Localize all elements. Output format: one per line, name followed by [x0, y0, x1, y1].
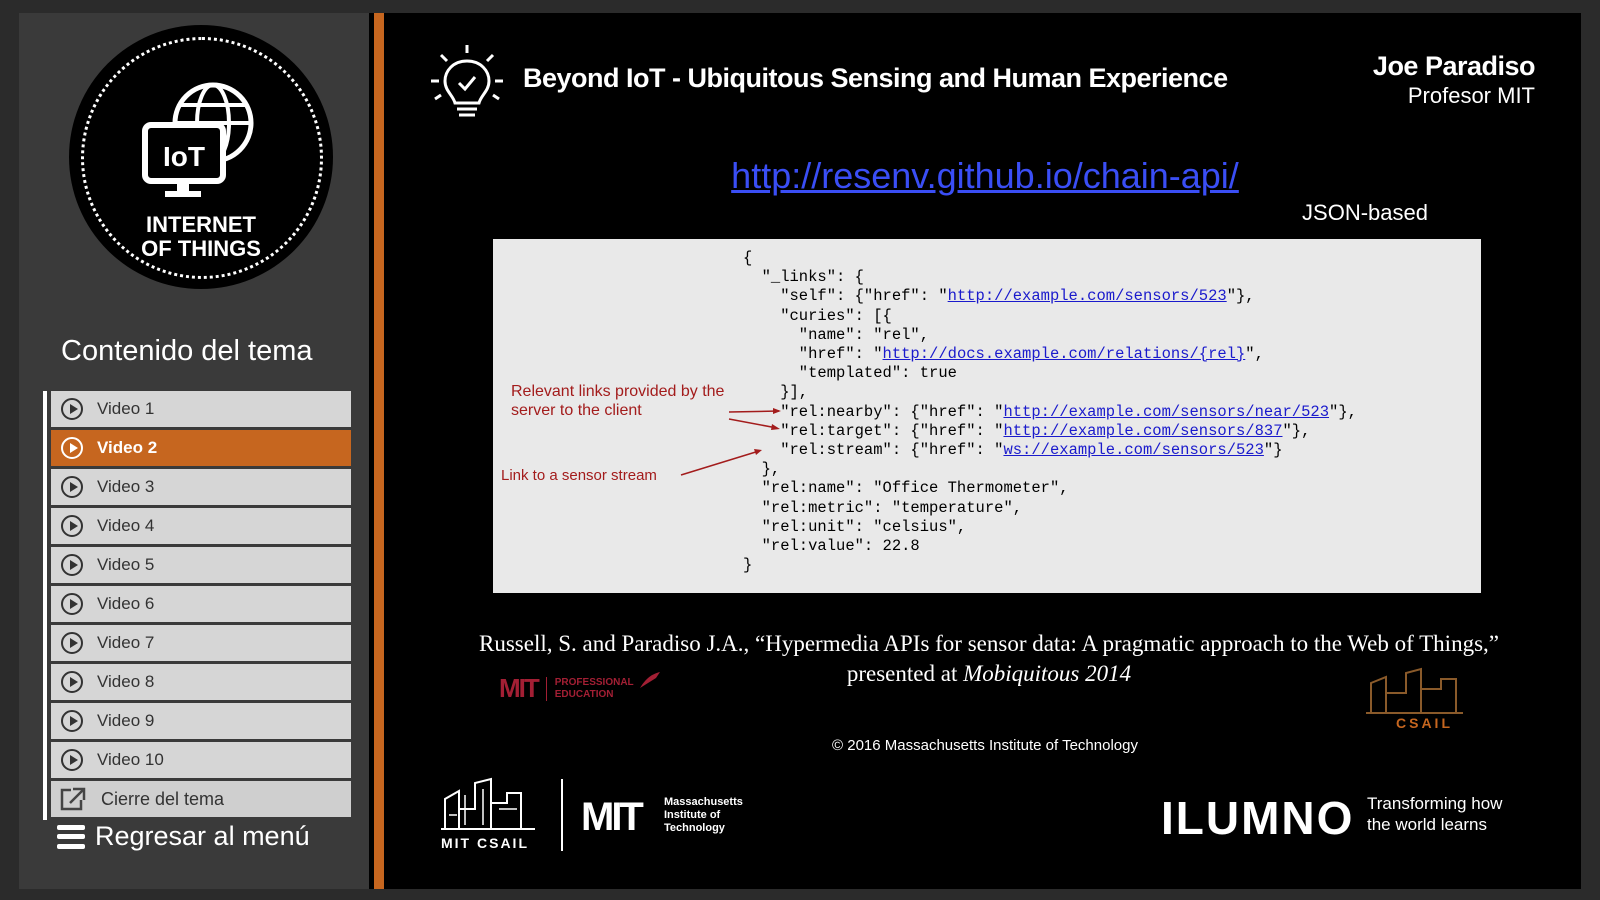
video-item-1[interactable]: Video 1 [51, 391, 351, 427]
svg-text:IoT: IoT [163, 141, 205, 172]
code-lines: { "_links": { "self": {"href": "http://e… [743, 249, 1357, 575]
csail-small-label: CSAIL [1396, 715, 1453, 731]
video-label: Video 9 [97, 711, 155, 730]
video-list: Video 1 Video 2 Video 3 Video 4 Video 5 … [43, 391, 351, 820]
video-label: Video 7 [97, 633, 155, 652]
video-item-7[interactable]: Video 7 [51, 625, 351, 661]
sidebar-accent-bar [374, 13, 384, 889]
external-link-icon [60, 787, 86, 811]
ilumno-tagline: Transforming how the world learns [1367, 794, 1503, 834]
logo-divider [561, 779, 563, 851]
play-icon [61, 398, 83, 420]
play-icon [61, 554, 83, 576]
video-label: Video 2 [97, 438, 158, 457]
code-link-self[interactable]: http://example.com/sensors/523 [948, 287, 1227, 305]
video-label: Video 8 [97, 672, 155, 691]
video-item-10[interactable]: Video 10 [51, 742, 351, 778]
play-icon [61, 749, 83, 771]
hamburger-icon [57, 824, 85, 849]
closing-label: Cierre del tema [101, 788, 225, 809]
video-label: Video 4 [97, 516, 155, 535]
app-frame: IoT INTERNET OF THINGS Contenido del tem… [19, 13, 1581, 889]
mit-csail-label: MIT CSAIL [441, 835, 529, 851]
play-icon [61, 632, 83, 654]
code-link-relations[interactable]: http://docs.example.com/relations/{rel} [883, 345, 1246, 363]
video-label: Video 1 [97, 399, 155, 418]
code-link-nearby[interactable]: http://example.com/sensors/near/523 [1003, 403, 1329, 421]
pe-swoosh-icon [639, 671, 660, 688]
play-icon [61, 593, 83, 615]
video-item-3[interactable]: Video 3 [51, 469, 351, 505]
video-item-9[interactable]: Video 9 [51, 703, 351, 739]
presenter-name: Joe Paradiso [1372, 51, 1536, 81]
mit-csail-skyline-icon [441, 777, 535, 830]
video-label: Video 6 [97, 594, 155, 613]
play-icon [61, 710, 83, 732]
copyright: © 2016 Massachusetts Institute of Techno… [832, 737, 1138, 754]
code-link-stream[interactable]: ws://example.com/sensors/523 [1003, 441, 1263, 459]
mit-professional-education-logo: MIT PROFESSIONAL EDUCATION [499, 671, 662, 704]
video-label: Video 5 [97, 555, 155, 574]
sidebar: IoT INTERNET OF THINGS Contenido del tem… [19, 13, 369, 889]
play-icon [61, 515, 83, 537]
mit-logo: MIT [581, 795, 644, 839]
closing-item[interactable]: Cierre del tema [51, 781, 351, 817]
play-icon [61, 476, 83, 498]
back-to-menu-button[interactable]: Regresar al menú [57, 821, 310, 852]
lightbulb-icon [431, 45, 503, 117]
ilumno-logo: ILUMNO [1161, 792, 1355, 844]
back-menu-label: Regresar al menú [95, 821, 310, 851]
logo-line-internet: INTERNET [146, 212, 256, 237]
globe-monitor-icon: IoT [142, 82, 254, 197]
video-label: Video 10 [97, 750, 164, 769]
video-item-4[interactable]: Video 4 [51, 508, 351, 544]
chain-api-link[interactable]: http://resenv.github.io/chain-api/ [389, 155, 1581, 197]
annotation-sensor-stream: Link to a sensor stream [501, 467, 657, 484]
video-item-2[interactable]: Video 2 [51, 430, 351, 466]
json-code-sample: Relevant links provided by the server to… [493, 239, 1481, 593]
mit-logo-text: Massachusetts Institute of Technology [664, 796, 743, 834]
code-link-target[interactable]: http://example.com/sensors/837 [1003, 422, 1282, 440]
play-icon [61, 437, 83, 459]
slide-title: Beyond IoT - Ubiquitous Sensing and Huma… [523, 63, 1228, 93]
video-label: Video 3 [97, 477, 155, 496]
play-icon [61, 671, 83, 693]
video-item-6[interactable]: Video 6 [51, 586, 351, 622]
iot-course-logo: IoT INTERNET OF THINGS [69, 25, 333, 289]
slide-area: Beyond IoT - Ubiquitous Sensing and Huma… [389, 13, 1581, 889]
video-item-8[interactable]: Video 8 [51, 664, 351, 700]
section-title: Contenido del tema [61, 335, 313, 367]
logo-line-things: OF THINGS [141, 236, 261, 261]
json-based-label: JSON-based [1302, 200, 1428, 225]
annotation-relevant-links: Relevant links provided by the server to… [511, 383, 725, 419]
presenter-role: Profesor MIT [1407, 83, 1535, 108]
video-item-5[interactable]: Video 5 [51, 547, 351, 583]
